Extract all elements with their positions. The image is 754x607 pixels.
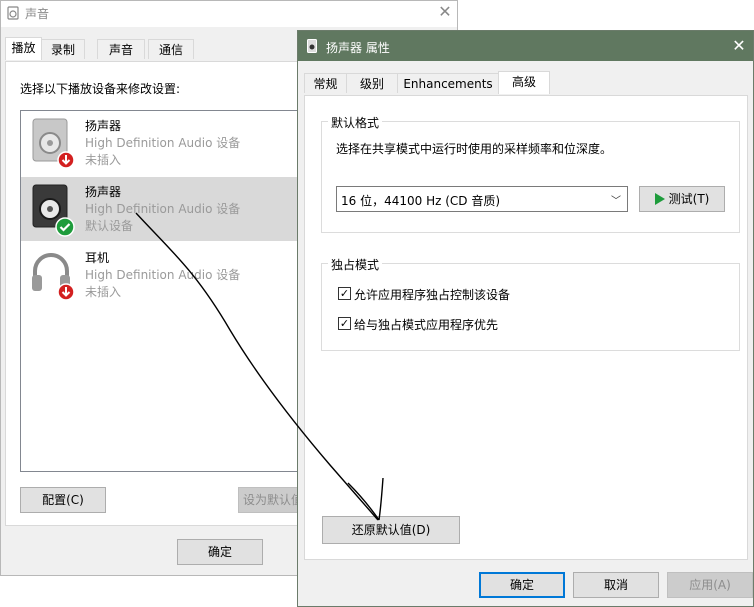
device-description: High Definition Audio 设备 [85, 202, 241, 216]
tab-advanced[interactable]: 高级 [498, 71, 550, 94]
instruction-text: 选择以下播放设备来修改设置: [20, 82, 181, 96]
tab-communications[interactable]: 通信 [148, 39, 194, 59]
default-format-group: 默认格式 选择在共享模式中运行时使用的采样频率和位深度。 16 位，44100 … [321, 114, 740, 233]
apply-button[interactable]: 应用(A) [667, 572, 753, 598]
tab-playback[interactable]: 播放 [5, 37, 42, 60]
properties-tabs: 常规 级别 Enhancements 高级 [304, 71, 748, 95]
sound-title-bar: 声音 ✕ [1, 1, 457, 27]
close-icon[interactable]: ✕ [431, 1, 459, 25]
device-status: 未插入 [85, 285, 122, 299]
sample-format-select[interactable]: 16 位，44100 Hz (CD 音质) ﹀ [336, 186, 628, 212]
unplugged-arrow-icon [57, 151, 75, 169]
speaker-properties-dialog: 扬声器 属性 ✕ 常规 级别 Enhancements 高级 默认格式 选择在共… [297, 30, 754, 607]
ok-button[interactable]: 确定 [177, 539, 263, 565]
device-status: 未插入 [85, 153, 122, 167]
checkbox-checked[interactable]: ✓ [338, 287, 351, 300]
configure-button[interactable]: 配置(C) [20, 487, 106, 513]
close-icon[interactable]: ✕ [726, 33, 752, 59]
cancel-button[interactable]: 取消 [573, 572, 659, 598]
checkbox-checked[interactable]: ✓ [338, 317, 351, 330]
selected-format: 16 位，44100 Hz (CD 音质) [341, 194, 501, 208]
default-check-icon [55, 217, 75, 237]
tab-sounds[interactable]: 声音 [97, 39, 145, 59]
chevron-down-icon: ﹀ [611, 196, 621, 207]
tab-general[interactable]: 常规 [304, 73, 347, 93]
tab-levels[interactable]: 级别 [346, 73, 398, 93]
advanced-panel: 默认格式 选择在共享模式中运行时使用的采样频率和位深度。 16 位，44100 … [304, 95, 748, 560]
window-title: 扬声器 属性 [326, 41, 390, 55]
device-item-selected[interactable]: 扬声器 High Definition Audio 设备 默认设备 [21, 177, 299, 241]
device-list[interactable]: 扬声器 High Definition Audio 设备 未插入 扬声器 Hig… [20, 110, 300, 472]
device-description: High Definition Audio 设备 [85, 268, 241, 282]
device-item[interactable]: 耳机 High Definition Audio 设备 未插入 [21, 243, 299, 307]
device-name: 耳机 [85, 251, 110, 265]
restore-defaults-button[interactable]: 还原默认值(D) [322, 516, 460, 544]
device-name: 扬声器 [85, 185, 122, 199]
test-button-label: 测试(T) [668, 192, 710, 206]
window-title: 声音 [25, 7, 50, 21]
tab-recording[interactable]: 录制 [41, 39, 85, 59]
device-status: 默认设备 [85, 219, 134, 233]
speaker-small-icon [307, 39, 317, 53]
group-title: 默认格式 [328, 114, 383, 131]
group-title: 独占模式 [328, 256, 383, 273]
test-button[interactable]: 测试(T) [639, 186, 725, 212]
unplugged-arrow-icon [57, 283, 75, 301]
tab-enhancements[interactable]: Enhancements [397, 73, 499, 93]
device-name: 扬声器 [85, 119, 122, 133]
device-description: High Definition Audio 设备 [85, 136, 241, 150]
format-description: 选择在共享模式中运行时使用的采样频率和位深度。 [336, 142, 613, 156]
exclusive-mode-group: 独占模式 ✓ 允许应用程序独占控制该设备 ✓ 给与独占模式应用程序优先 [321, 256, 740, 351]
checkbox-label: 给与独占模式应用程序优先 [354, 318, 499, 332]
play-icon [654, 192, 665, 205]
properties-title-bar[interactable]: 扬声器 属性 ✕ [298, 31, 753, 61]
ok-button[interactable]: 确定 [479, 572, 565, 598]
speaker-small-icon [7, 6, 19, 20]
checkbox-label: 允许应用程序独占控制该设备 [354, 288, 511, 302]
device-item[interactable]: 扬声器 High Definition Audio 设备 未插入 [21, 111, 299, 175]
